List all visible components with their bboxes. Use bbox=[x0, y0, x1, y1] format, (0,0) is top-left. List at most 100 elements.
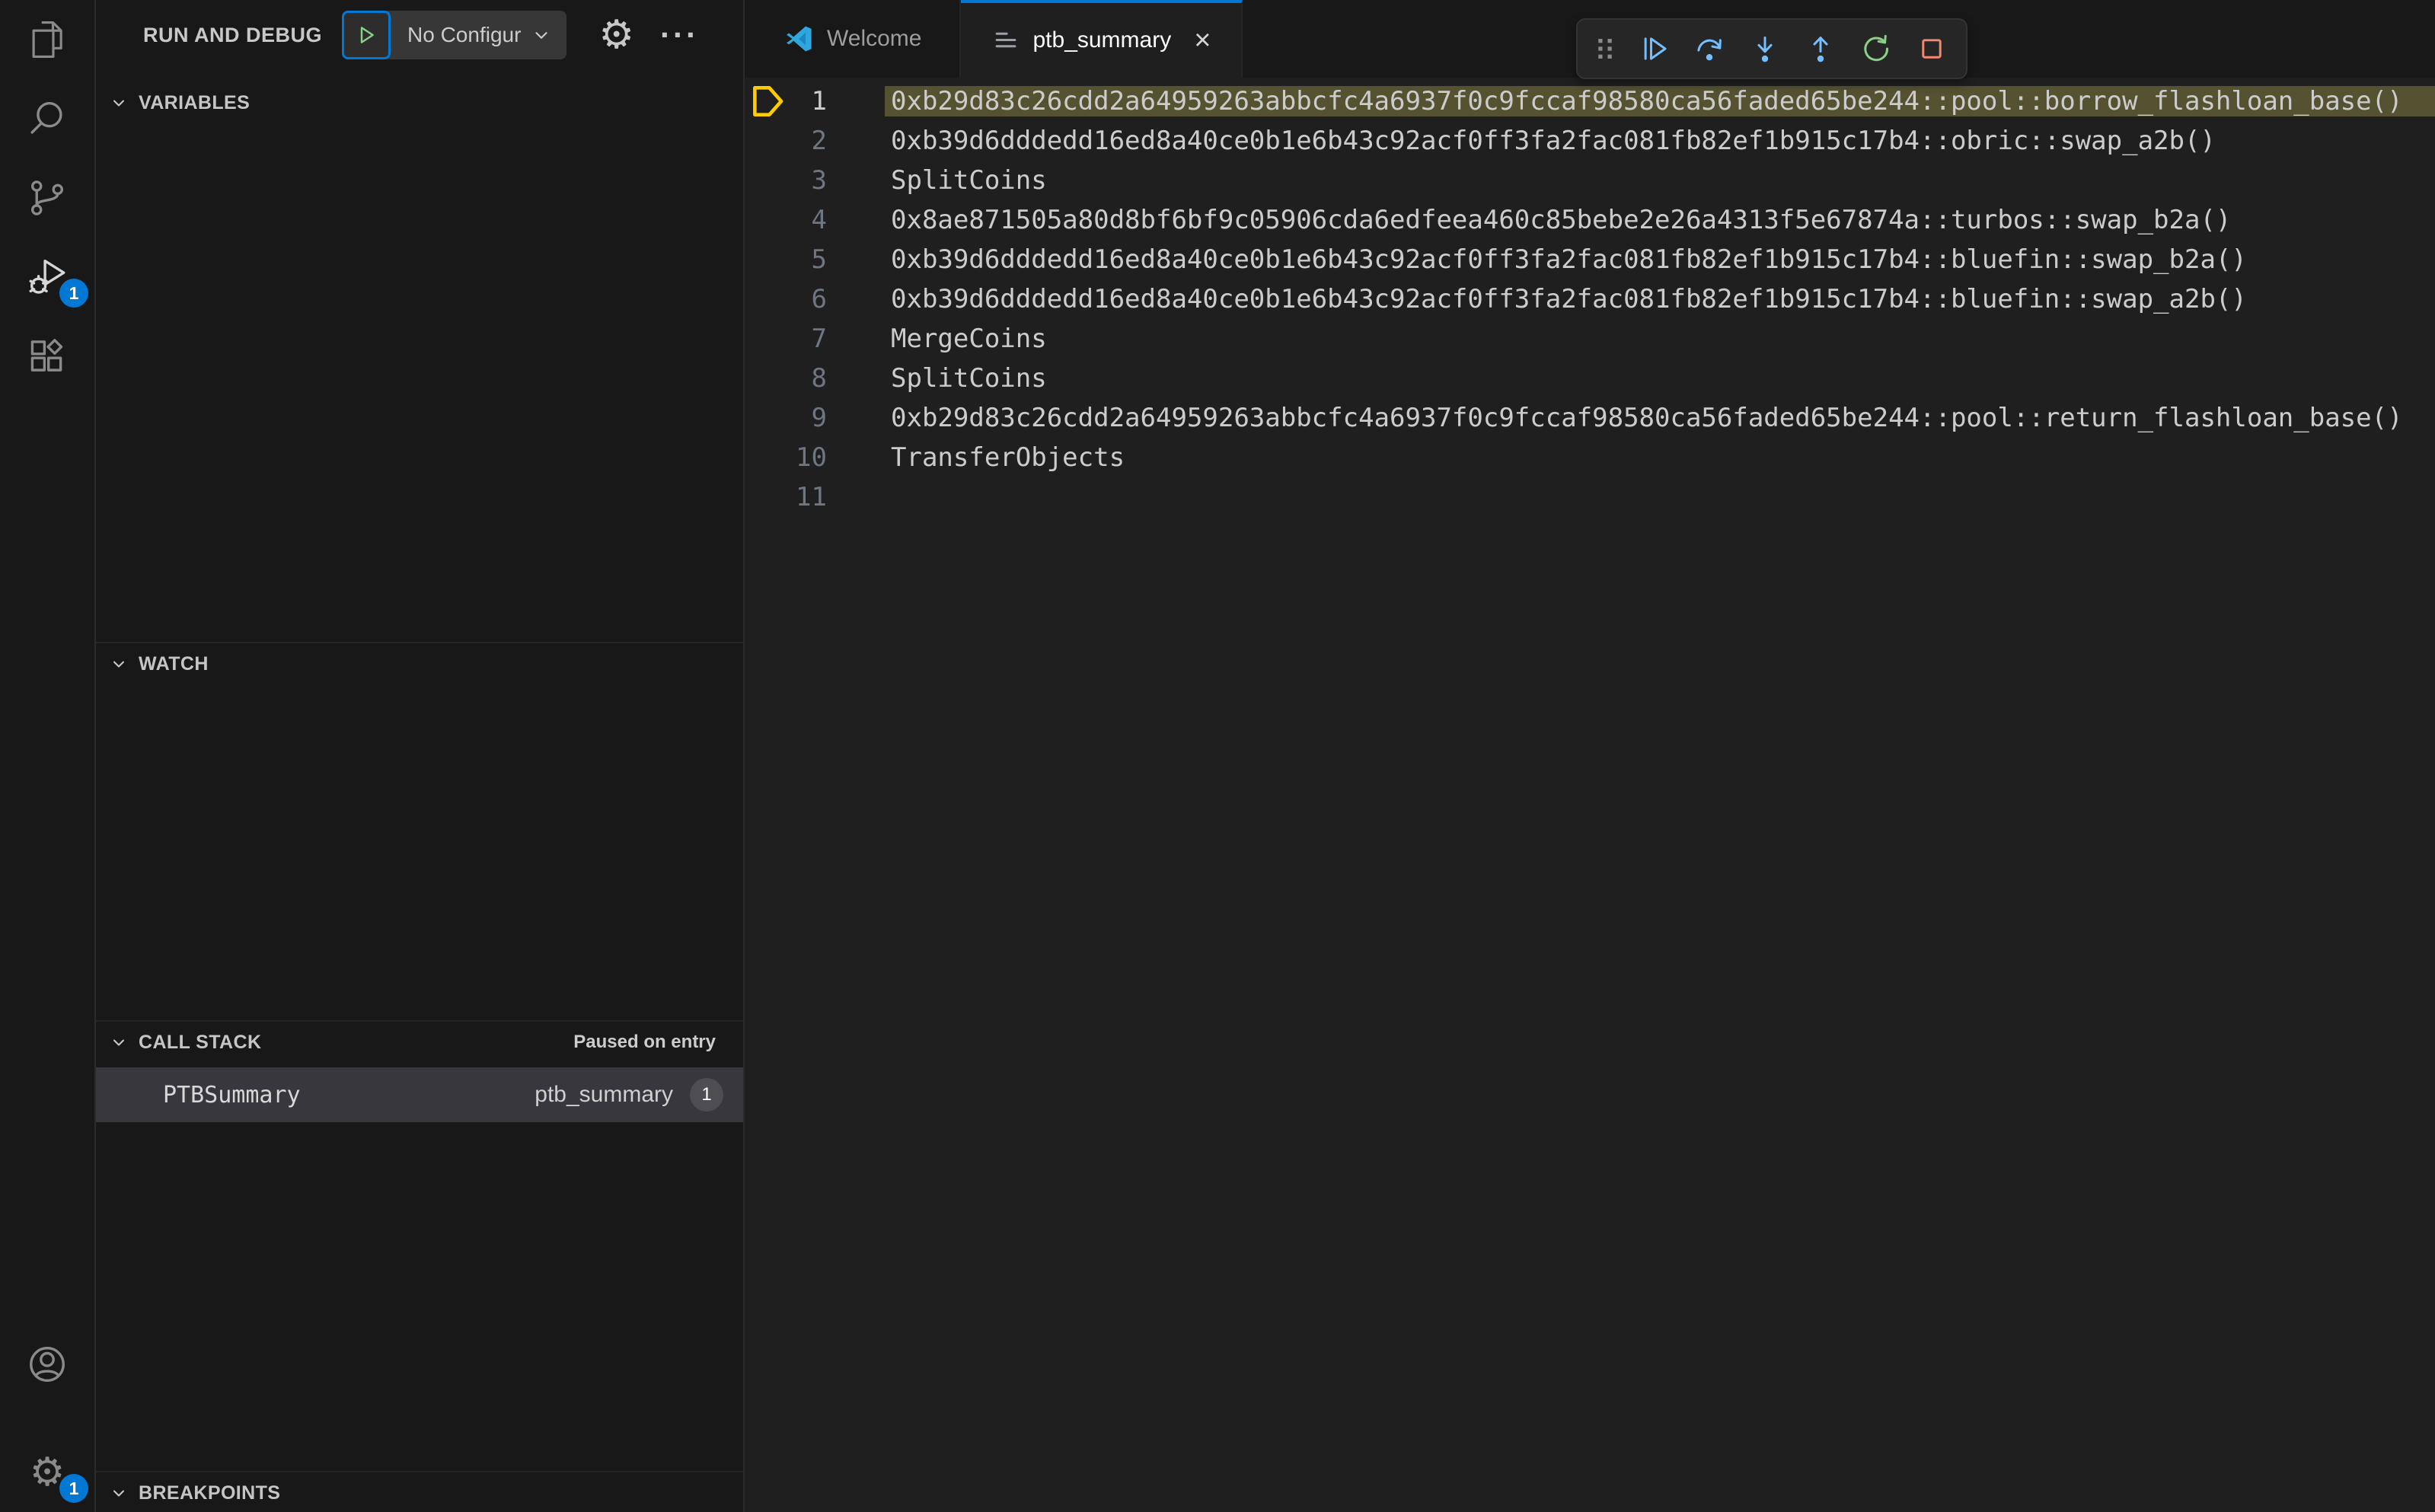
source-control-icon bbox=[30, 180, 64, 215]
call-stack-frame-row[interactable]: PTBSummary ptb_summary 1 bbox=[96, 1067, 743, 1122]
more-actions-button[interactable]: ··· bbox=[660, 17, 699, 53]
code-text: 0xb39d6dddedd16ed8a40ce0b1e6b43c92acf0ff… bbox=[891, 284, 2247, 314]
editor-line[interactable]: 6 0xb39d6dddedd16ed8a40ce0b1e6b43c92acf0f… bbox=[745, 279, 2435, 319]
step-out-icon bbox=[1813, 37, 1828, 62]
breakpoint-gutter[interactable] bbox=[745, 84, 792, 119]
vscode-logo-icon bbox=[787, 26, 812, 52]
activity-bar-bottom: ⚙ 1 bbox=[0, 1325, 94, 1512]
call-stack-section-header[interactable]: CALL STACK Paused on entry bbox=[96, 1022, 743, 1063]
code-text: 0xb29d83c26cdd2a64959263abbcfc4a6937f0c9… bbox=[885, 86, 2435, 116]
tab-label: Welcome bbox=[827, 26, 922, 51]
code-text: SplitCoins bbox=[891, 363, 1047, 394]
breakpoints-section-header[interactable]: BREAKPOINTS bbox=[96, 1472, 743, 1512]
chevron-down-icon bbox=[113, 1490, 124, 1497]
line-number: 9 bbox=[811, 403, 827, 433]
stop-button[interactable] bbox=[1908, 25, 1955, 72]
stop-icon bbox=[1922, 39, 1942, 59]
panel-header: RUN AND DEBUG No Configur ⚙ ··· bbox=[96, 0, 743, 70]
editor-line[interactable]: 3 SplitCoins bbox=[745, 161, 2435, 200]
breakpoints-section-label: BREAKPOINTS bbox=[139, 1482, 281, 1504]
editor-line[interactable]: 11 bbox=[745, 477, 2435, 517]
line-number: 1 bbox=[811, 86, 827, 116]
watch-section: WATCH bbox=[96, 642, 743, 1020]
call-stack-section: CALL STACK Paused on entry PTBSummary pt… bbox=[96, 1020, 743, 1471]
current-line-arrow-icon bbox=[753, 86, 783, 116]
activity-item-search[interactable] bbox=[0, 79, 94, 158]
editor-line[interactable]: 4 0x8ae871505a80d8bf6bf9c05906cda6edfeea4… bbox=[745, 200, 2435, 240]
config-dropdown[interactable]: No Configur bbox=[391, 11, 566, 59]
breakpoints-section: BREAKPOINTS bbox=[96, 1471, 743, 1512]
continue-button[interactable] bbox=[1630, 25, 1677, 72]
activity-item-source-control[interactable] bbox=[0, 158, 94, 238]
activity-item-settings[interactable]: ⚙ 1 bbox=[0, 1433, 94, 1512]
list-file-icon bbox=[996, 32, 1016, 48]
play-icon bbox=[360, 27, 374, 43]
variables-section: VARIABLES bbox=[96, 82, 743, 642]
start-debug-button[interactable] bbox=[342, 11, 391, 59]
line-number: 6 bbox=[811, 284, 827, 314]
debug-config-widget[interactable]: No Configur bbox=[342, 11, 567, 59]
activity-item-explorer[interactable] bbox=[0, 0, 94, 79]
paused-status-text: Paused on entry bbox=[573, 1032, 716, 1052]
activity-item-run-and-debug[interactable]: 1 bbox=[0, 238, 94, 317]
variables-section-label: VARIABLES bbox=[139, 91, 251, 113]
chevron-down-icon bbox=[113, 661, 124, 668]
search-icon bbox=[30, 102, 62, 134]
activity-bar: 1 ⚙ 1 bbox=[0, 0, 96, 1512]
editor-lines: 1 0xb29d83c26cdd2a64959263abbcfc4a6937f0c… bbox=[745, 81, 2435, 517]
code-text: SplitCoins bbox=[891, 165, 1047, 196]
line-number: 2 bbox=[811, 126, 827, 156]
line-number: 7 bbox=[811, 324, 827, 354]
debug-badge: 1 bbox=[59, 279, 88, 308]
editor-line[interactable]: 5 0xb39d6dddedd16ed8a40ce0b1e6b43c92acf0f… bbox=[745, 240, 2435, 279]
tab-label: ptb_summary bbox=[1032, 27, 1172, 53]
line-number: 11 bbox=[796, 482, 827, 512]
editor-line[interactable]: 7 MergeCoins bbox=[745, 319, 2435, 359]
watch-section-label: WATCH bbox=[139, 652, 209, 675]
tab-welcome[interactable]: Welcome bbox=[745, 0, 962, 78]
code-text: 0xb39d6dddedd16ed8a40ce0b1e6b43c92acf0ff… bbox=[891, 126, 2216, 156]
debug-settings-gear-icon[interactable]: ⚙ bbox=[598, 15, 634, 55]
editor-line[interactable]: 9 0xb29d83c26cdd2a64959263abbcfc4a6937f0c… bbox=[745, 398, 2435, 438]
line-number: 3 bbox=[811, 165, 827, 196]
frame-name: PTBSummary bbox=[163, 1081, 301, 1108]
explorer-icon bbox=[32, 21, 62, 59]
run-and-debug-panel: RUN AND DEBUG No Configur ⚙ ··· VARIABLE… bbox=[96, 0, 745, 1512]
line-number: 10 bbox=[796, 442, 827, 473]
code-text: 0x8ae871505a80d8bf6bf9c05906cda6edfeea46… bbox=[891, 205, 2232, 235]
chevron-down-icon bbox=[113, 1039, 124, 1046]
editor-group: Welcome ptb_summary × 1 0xb29d83c26cdd2a… bbox=[745, 0, 2435, 1512]
panel-title: RUN AND DEBUG bbox=[143, 23, 322, 46]
editor-line[interactable]: 8 SplitCoins bbox=[745, 359, 2435, 398]
vscode-window: 1 ⚙ 1 RUN AND DEBUG No Configur ⚙ ··· VA… bbox=[0, 0, 2435, 1512]
gripper-icon bbox=[1598, 39, 1612, 59]
editor-line[interactable]: 2 0xb39d6dddedd16ed8a40ce0b1e6b43c92acf0f… bbox=[745, 121, 2435, 161]
code-text: MergeCoins bbox=[891, 324, 1047, 354]
step-out-button[interactable] bbox=[1797, 25, 1844, 72]
tab-bar: Welcome ptb_summary × bbox=[745, 0, 2435, 79]
watch-section-header[interactable]: WATCH bbox=[96, 643, 743, 684]
close-tab-icon[interactable]: × bbox=[1194, 26, 1211, 55]
editor[interactable]: 1 0xb29d83c26cdd2a64959263abbcfc4a6937f0c… bbox=[745, 78, 2435, 1512]
tab-ptb-summary[interactable]: ptb_summary × bbox=[961, 0, 1243, 78]
frame-source: ptb_summary bbox=[535, 1082, 673, 1107]
extensions-icon bbox=[30, 339, 63, 372]
account-icon bbox=[30, 1347, 65, 1382]
step-over-button[interactable] bbox=[1686, 25, 1733, 72]
code-text: 0xb39d6dddedd16ed8a40ce0b1e6b43c92acf0ff… bbox=[891, 244, 2247, 275]
activity-item-account[interactable] bbox=[0, 1325, 94, 1404]
variables-section-header[interactable]: VARIABLES bbox=[96, 82, 743, 123]
restart-icon bbox=[1864, 34, 1889, 62]
call-stack-section-label: CALL STACK bbox=[139, 1031, 262, 1053]
editor-line[interactable]: 1 0xb29d83c26cdd2a64959263abbcfc4a6937f0c… bbox=[745, 81, 2435, 121]
chevron-down-icon bbox=[535, 32, 547, 39]
code-text: 0xb29d83c26cdd2a64959263abbcfc4a6937f0c9… bbox=[891, 403, 2403, 433]
config-dropdown-label: No Configur bbox=[407, 23, 522, 46]
step-into-button[interactable] bbox=[1741, 25, 1789, 72]
editor-line[interactable]: 10 TransferObjects bbox=[745, 438, 2435, 477]
toolbar-drag-handle[interactable] bbox=[1588, 25, 1622, 72]
code-text: TransferObjects bbox=[891, 442, 1125, 473]
frame-badge: 1 bbox=[690, 1078, 723, 1112]
activity-item-extensions[interactable] bbox=[0, 317, 94, 396]
restart-button[interactable] bbox=[1853, 25, 1900, 72]
